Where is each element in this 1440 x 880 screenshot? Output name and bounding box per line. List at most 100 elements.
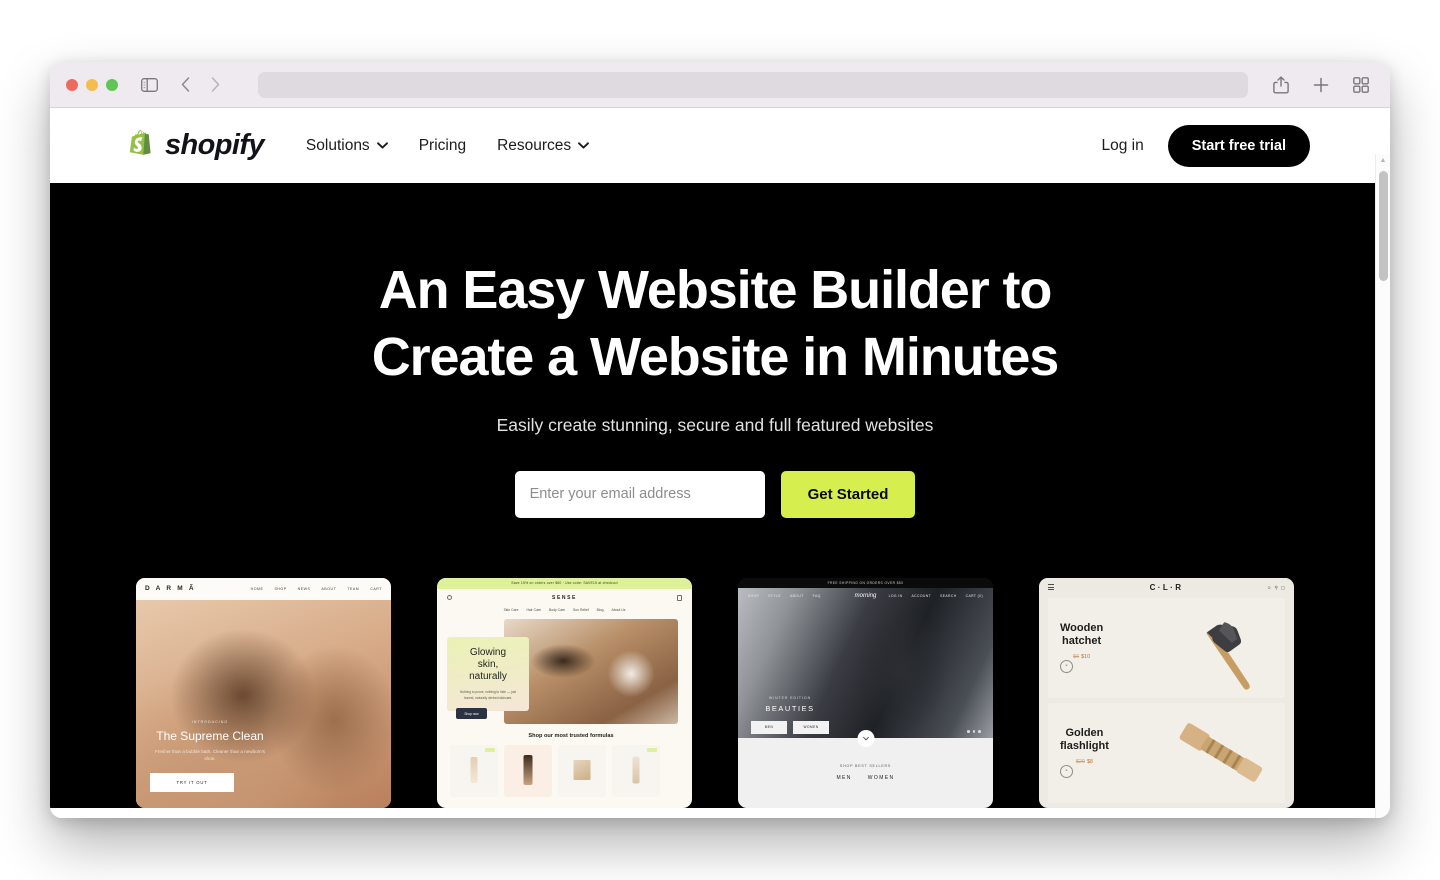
sense-product-tile[interactable] xyxy=(612,744,660,797)
sense-product-tile[interactable] xyxy=(558,744,606,797)
store-card-sense[interactable]: Save 15% on orders over $60 · Use code: … xyxy=(437,577,692,808)
toolbar-actions xyxy=(1268,72,1374,98)
scrollbar-thumb[interactable] xyxy=(1379,171,1388,281)
shopify-landing-page: shopify Solutions Pricing Resources Log … xyxy=(50,108,1380,818)
nav-item-pricing[interactable]: Pricing xyxy=(419,137,466,155)
store-card-darma[interactable]: D A R M Ã HOME SHOP NEWS ABOUT TEAM CART xyxy=(136,577,391,808)
fashion-lower-nav-item[interactable]: WOMEN xyxy=(868,775,895,781)
shopify-logo[interactable]: shopify xyxy=(126,129,265,163)
clr-add-to-cart-button[interactable]: ⊕ xyxy=(1060,659,1073,673)
hatchet-product-image xyxy=(1206,622,1250,690)
product-thumbnail xyxy=(573,759,591,780)
darma-copy: INTRODUCING The Supreme Clean Fresher th… xyxy=(150,720,270,762)
sense-product-tile[interactable] xyxy=(450,744,498,797)
fashion-copy: WINTER EDITION BEAUTIES MEN WOMEN xyxy=(751,696,829,734)
sense-product-grid xyxy=(450,744,692,797)
sense-nav-item[interactable]: Body Care xyxy=(549,608,565,612)
scrollbar-track[interactable] xyxy=(1376,167,1390,818)
darma-cta-button[interactable]: TRY IT OUT xyxy=(150,772,234,792)
fashion-topbar: SHOP STYLE ABOUT FAQ morning LOG IN ACCO… xyxy=(738,588,993,604)
clr-product-sale-price: $8 xyxy=(1086,758,1093,765)
tab-overview-icon[interactable] xyxy=(1348,72,1374,98)
sense-headline-line-1: Glowing xyxy=(469,646,507,658)
header-actions: Log in Start free trial xyxy=(1101,124,1310,167)
store-card-fashion[interactable]: FREE SHIPPING ON ORDERS OVER $50 SHOP ST… xyxy=(738,577,993,808)
nav-item-resources[interactable]: Resources xyxy=(497,137,590,155)
scroll-down-icon[interactable] xyxy=(857,729,874,747)
clr-product-name-line-2: flashlight xyxy=(1060,739,1109,752)
sense-nav-item[interactable]: Blog xyxy=(597,608,604,612)
start-free-trial-button[interactable]: Start free trial xyxy=(1167,124,1310,167)
browser-viewport: shopify Solutions Pricing Resources Log … xyxy=(50,108,1390,818)
fashion-lower-nav-item[interactable]: MEN xyxy=(836,775,851,781)
clr-add-to-cart-button[interactable]: ⊕ xyxy=(1060,764,1073,778)
product-thumbnail xyxy=(632,756,640,784)
sense-product-tile[interactable] xyxy=(504,744,552,797)
chevron-down-icon xyxy=(578,142,590,149)
clr-product-name-line-1: Wooden xyxy=(1060,621,1104,634)
darma-nav-item[interactable]: ABOUT xyxy=(321,587,336,591)
fashion-cta-men[interactable]: MEN xyxy=(751,720,787,734)
clr-product-name-line-2: hatchet xyxy=(1062,634,1102,647)
clr-product-name: Wooden hatchet xyxy=(1060,622,1103,648)
minimize-window-button[interactable] xyxy=(86,78,98,91)
clr-product-name: Golden flashlight xyxy=(1060,727,1109,753)
maximize-window-button[interactable] xyxy=(106,78,118,91)
sense-announcement-bar: Save 15% on orders over $60 · Use code: … xyxy=(437,577,692,589)
sense-nav-item[interactable]: Sun Relief xyxy=(573,608,589,612)
clr-product-row[interactable]: Wooden hatchet $6 $10 ⊕ xyxy=(1048,597,1285,698)
nav-label-pricing: Pricing xyxy=(418,136,467,154)
darma-brand: D A R M Ã xyxy=(145,585,196,593)
window-traffic-lights xyxy=(66,78,118,91)
clr-product-old-price: $20 xyxy=(1075,758,1085,765)
darma-nav-item[interactable]: TEAM xyxy=(347,587,359,591)
sense-copy: Glowing skin, naturally Nothing to prove… xyxy=(447,636,529,720)
darma-nav-item[interactable]: CART xyxy=(370,587,382,591)
sense-hero-photo xyxy=(504,618,678,724)
back-button[interactable] xyxy=(172,72,198,98)
navigation-arrows xyxy=(172,72,228,98)
darma-nav-item[interactable]: SHOP xyxy=(274,587,286,591)
plus-icon[interactable] xyxy=(1308,72,1334,98)
sense-hero: Glowing skin, naturally Nothing to prove… xyxy=(437,618,692,724)
sense-nav-item[interactable]: About Us xyxy=(611,608,625,612)
main-navigation: Solutions Pricing Resources xyxy=(306,137,590,155)
fashion-lower-section: SHOP BEST SELLERS MEN WOMEN xyxy=(738,737,993,808)
fashion-announcement-bar: FREE SHIPPING ON ORDERS OVER $50 xyxy=(738,577,993,588)
sense-cta-button[interactable]: Shop now xyxy=(456,708,487,720)
scroll-up-arrow[interactable]: ▲ xyxy=(1380,154,1387,167)
sidebar-toggle-icon[interactable] xyxy=(136,72,162,98)
shopify-wordmark: shopify xyxy=(165,129,265,161)
nav-item-solutions[interactable]: Solutions xyxy=(306,137,388,155)
clr-product-row[interactable]: Golden flashlight $20 $8 ⊕ xyxy=(1048,702,1285,803)
vertical-scrollbar[interactable]: ▲ ▼ xyxy=(1375,154,1390,818)
sense-nav-item[interactable]: Hair Care xyxy=(526,608,541,612)
darma-nav-item[interactable]: HOME xyxy=(251,587,264,591)
store-card-clr[interactable]: C·L·R ☺ ⚲ ▢ Wooden hatchet $6 $10 ⊕ Gold… xyxy=(1039,577,1294,808)
fashion-cta-group: MEN WOMEN xyxy=(751,720,829,734)
carousel-dots[interactable] xyxy=(967,729,981,733)
fashion-brand: morning xyxy=(854,592,877,599)
sense-brand: SENSE xyxy=(552,594,577,601)
site-header: shopify Solutions Pricing Resources Log … xyxy=(50,108,1380,183)
darma-nav-item[interactable]: NEWS xyxy=(298,587,311,591)
login-link[interactable]: Log in xyxy=(1101,137,1143,155)
email-field[interactable] xyxy=(514,470,765,518)
product-thumbnail xyxy=(470,756,478,783)
darma-topbar: D A R M Ã HOME SHOP NEWS ABOUT TEAM CART xyxy=(136,577,391,600)
clr-product-name-line-1: Golden xyxy=(1065,726,1104,739)
sense-nav: Skin Care Hair Care Body Care Sun Relief… xyxy=(437,608,692,612)
address-bar[interactable] xyxy=(258,71,1248,98)
fashion-lower-nav: MEN WOMEN xyxy=(738,775,993,781)
fashion-cta-women[interactable]: WOMEN xyxy=(793,720,829,734)
close-window-button[interactable] xyxy=(66,78,78,91)
clr-product-old-price: $6 xyxy=(1073,653,1080,660)
sense-nav-item[interactable]: Skin Care xyxy=(504,608,519,612)
get-started-button[interactable]: Get Started xyxy=(780,470,916,518)
clr-product-price: $6 $10 xyxy=(1060,654,1103,660)
flashlight-product-image xyxy=(1179,723,1263,782)
sense-headline: Glowing skin, naturally xyxy=(456,647,520,684)
forward-button[interactable] xyxy=(202,72,228,98)
safari-browser-window: shopify Solutions Pricing Resources Log … xyxy=(50,62,1390,818)
share-icon[interactable] xyxy=(1268,72,1294,98)
